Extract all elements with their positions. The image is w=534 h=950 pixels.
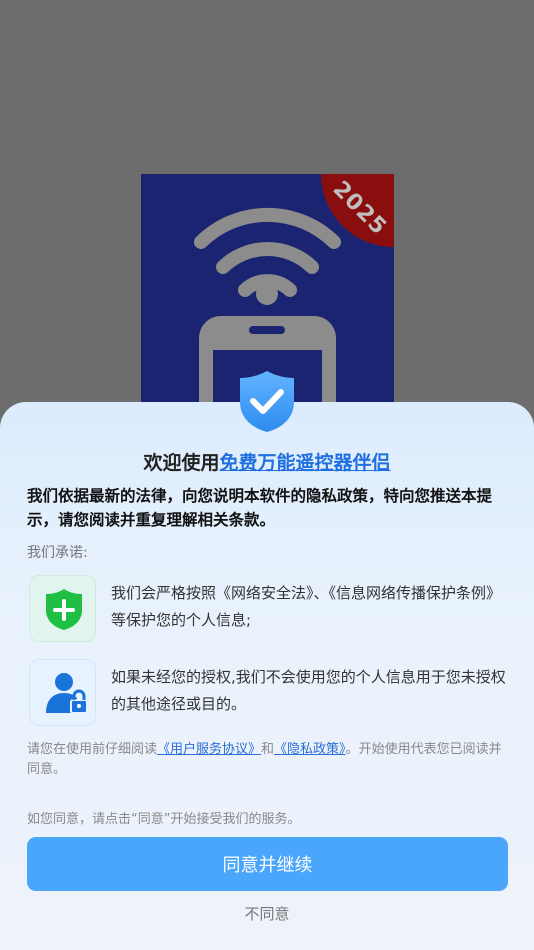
notice-conjunction: 和 <box>261 742 275 757</box>
consent-hint: 如您同意，请点击“同意”开始接受我们的服务。 <box>27 812 301 827</box>
disagree-button[interactable]: 不同意 <box>0 903 534 924</box>
app-name-link[interactable]: 免费万能遥控器伴侣 <box>220 452 391 474</box>
promise-item-authorization: 如果未经您的授权,我们不会使用您的个人信息用于您未授权的其他途径或目的。 <box>27 659 509 729</box>
user-agreement-link[interactable]: 《用户服务协议》 <box>157 742 261 757</box>
promise-text: 如果未经您的授权,我们不会使用您的个人信息用于您未授权的其他途径或目的。 <box>111 668 506 713</box>
agree-continue-button[interactable]: 同意并继续 <box>27 837 508 891</box>
promise-icon-box <box>29 659 96 726</box>
promise-item-security-law: 我们会严格按照《网络安全法》、《信息网络传播保护条例》等保护您的个人信息; <box>27 575 509 645</box>
title-prefix: 欢迎使用 <box>143 452 220 474</box>
agreement-notice: 请您在使用前仔细阅读《用户服务协议》和《隐私政策》。开始使用代表您已阅读并同意。 <box>27 740 511 780</box>
promise-text: 我们会严格按照《网络安全法》、《信息网络传播保护条例》等保护您的个人信息; <box>111 584 502 629</box>
shield-check-icon <box>240 371 294 432</box>
shield-plus-icon <box>46 589 82 630</box>
user-lock-icon <box>46 673 88 714</box>
dialog-title: 欢迎使用免费万能遥控器伴侣 <box>0 448 534 475</box>
lead-text: 我们依据最新的法律，向您说明本软件的隐私政策，特向您推送本提示，请您阅读并重复理… <box>27 487 493 529</box>
privacy-policy-link[interactable]: 《隐私政策》 <box>274 742 346 757</box>
promise-icon-box <box>29 575 96 642</box>
notice-prefix: 请您在使用前仔细阅读 <box>27 742 158 757</box>
promise-heading: 我们承诺: <box>27 545 88 561</box>
